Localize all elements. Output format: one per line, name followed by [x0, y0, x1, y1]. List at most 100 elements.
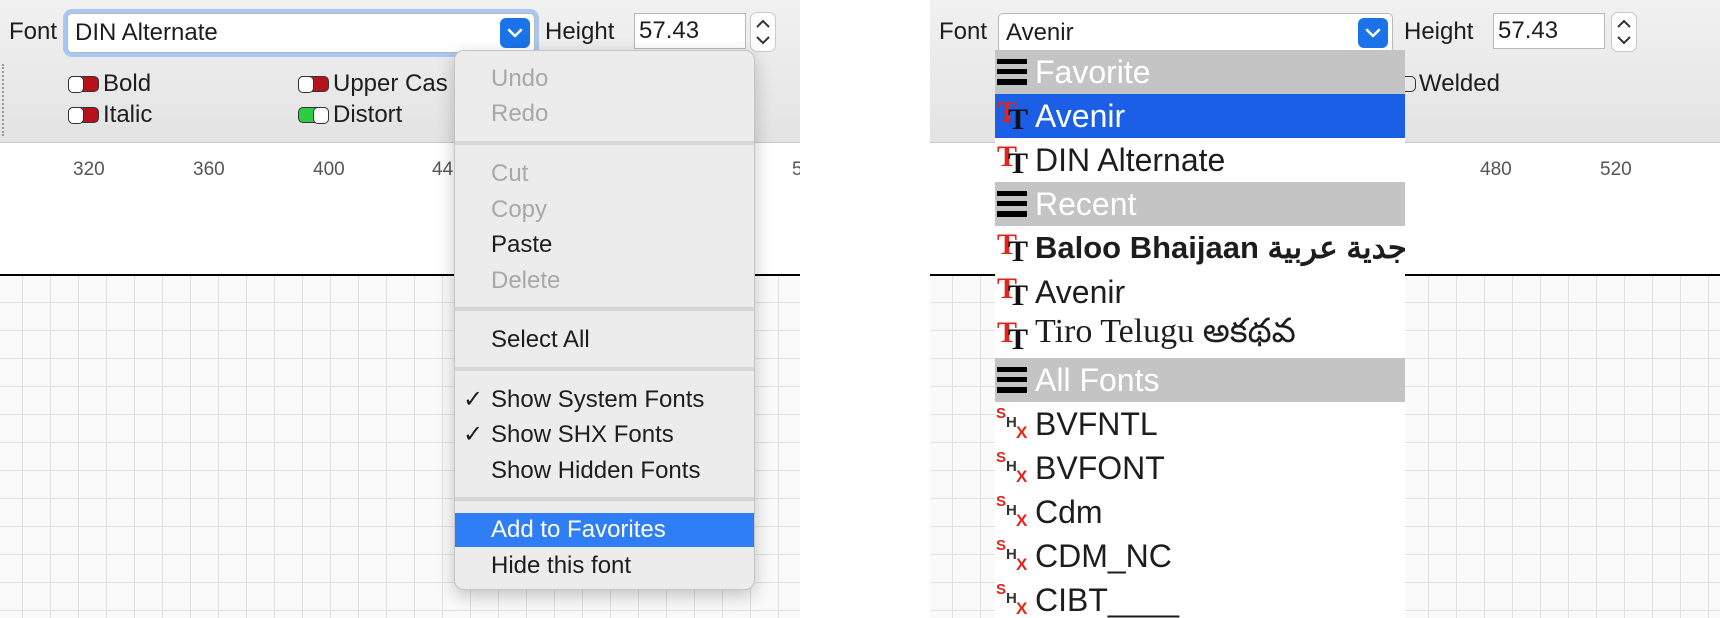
header-label: All Fonts [1035, 361, 1160, 398]
header-label: Favorite [1035, 53, 1151, 90]
menu-item-show-system-fonts[interactable]: ✓ Show System Fonts [455, 383, 754, 417]
bold-checkbox[interactable]: Bold [68, 70, 151, 98]
font-name: Cdm [1035, 493, 1103, 530]
menu-item-paste[interactable]: Paste [455, 228, 754, 262]
toggle-off-icon [68, 107, 99, 124]
toggle-off-icon [298, 76, 329, 93]
checkmark-icon: ✓ [463, 386, 484, 413]
truetype-font-icon: TT [997, 272, 1029, 312]
toggle-off-icon [1404, 76, 1416, 92]
italic-checkbox-label: Italic [103, 101, 153, 128]
ruler-tick: 44 [432, 159, 454, 180]
shx-font-icon: SHX [996, 581, 1028, 618]
upper-case-checkbox-label: Upper Cas [333, 70, 448, 97]
ruler-tick: 360 [193, 159, 225, 180]
menu-item-label: Show SHX Fonts [491, 421, 674, 448]
left-screenshot-panel: Font DIN Alternate Height 57.43 Bold Ita… [0, 0, 800, 618]
ruler-tick: 5 [792, 159, 800, 180]
font-name: CDM_NC [1035, 537, 1172, 574]
menu-item-redo[interactable]: Redo [455, 97, 754, 131]
welded-checkbox-label: Welded [1419, 70, 1500, 97]
font-name: Baloo Bhaijaan جدية عربية [1035, 230, 1405, 265]
menu-separator [455, 497, 754, 501]
font-list-item-avenir-favorite[interactable]: TT Avenir [995, 94, 1405, 138]
height-stepper[interactable] [1611, 12, 1637, 52]
chevron-down-icon[interactable] [1358, 18, 1388, 48]
menu-item-add-to-favorites[interactable]: Add to Favorites [455, 513, 754, 547]
font-list-item-cibt[interactable]: SHX CIBT____ [995, 578, 1405, 618]
right-screenshot-panel: Font Avenir Height 57.43 Welded 480 520 … [930, 0, 1720, 618]
font-name: CIBT____ [1035, 581, 1180, 618]
font-label: Font [939, 18, 988, 45]
font-list-item-avenir-recent[interactable]: TT Avenir [995, 270, 1405, 314]
menu-item-copy[interactable]: Copy [455, 193, 754, 227]
toggle-on-icon [298, 107, 329, 124]
menu-item-cut[interactable]: Cut [455, 157, 754, 191]
toggle-off-icon [68, 76, 99, 93]
hamburger-icon [995, 358, 1035, 402]
menu-item-show-hidden-fonts[interactable]: Show Hidden Fonts [455, 454, 754, 488]
font-list-item-din-alternate[interactable]: TT DIN Alternate [995, 138, 1405, 182]
font-name: Avenir [1035, 97, 1126, 134]
menu-separator [455, 367, 754, 371]
truetype-font-icon: TT [997, 140, 1029, 180]
height-input[interactable]: 57.43 [1493, 13, 1605, 49]
font-name: BVFONT [1035, 449, 1165, 486]
shx-font-icon: SHX [996, 405, 1028, 442]
ruler-tick: 320 [73, 159, 105, 180]
font-name: Avenir [1035, 273, 1126, 310]
font-list-header-recent: Recent [995, 182, 1405, 226]
toolbar-drag-handle [2, 64, 4, 136]
bold-checkbox-label: Bold [103, 70, 152, 97]
ruler-tick: 520 [1600, 159, 1632, 180]
menu-item-undo[interactable]: Undo [455, 62, 754, 96]
welded-checkbox[interactable]: Welded [1404, 70, 1500, 98]
font-list-item-cdm[interactable]: SHX Cdm [995, 490, 1405, 534]
menu-item-show-shx-fonts[interactable]: ✓ Show SHX Fonts [455, 418, 754, 452]
shx-font-icon: SHX [996, 493, 1028, 530]
distort-checkbox[interactable]: Distort [298, 101, 402, 129]
font-list-header-favorite: Favorite [995, 50, 1405, 94]
font-list-item-tiro-telugu[interactable]: TT Tiro Telugu అకథవ [995, 314, 1405, 358]
font-list-item-cdm-nc[interactable]: SHX CDM_NC [995, 534, 1405, 578]
font-combobox[interactable]: DIN Alternate [67, 13, 535, 53]
height-label: Height [1404, 18, 1474, 45]
height-input-value: 57.43 [1498, 17, 1559, 44]
header-label: Recent [1035, 185, 1137, 222]
hamburger-icon [995, 182, 1035, 226]
menu-item-hide-this-font[interactable]: Hide this font [455, 549, 754, 583]
font-name: Tiro Telugu అకథవ [1035, 314, 1296, 350]
font-list-item-bvfntl[interactable]: SHX BVFNTL [995, 402, 1405, 446]
menu-item-label: Show System Fonts [491, 386, 705, 413]
font-combobox[interactable]: Avenir [998, 13, 1393, 53]
font-list-item-bvfont[interactable]: SHX BVFONT [995, 446, 1405, 490]
chevron-down-icon[interactable] [500, 18, 530, 48]
ruler-tick: 400 [313, 159, 345, 180]
font-combobox-value: DIN Alternate [75, 19, 218, 46]
checkmark-icon: ✓ [463, 421, 484, 448]
menu-item-select-all[interactable]: Select All [455, 323, 754, 357]
menu-separator [455, 141, 754, 145]
shx-font-icon: SHX [996, 449, 1028, 486]
font-combobox-value: Avenir [1006, 19, 1074, 46]
context-menu: Undo Redo Cut Copy Paste Delete Select A… [454, 50, 755, 590]
font-label: Font [9, 18, 58, 45]
shx-font-icon: SHX [996, 537, 1028, 574]
ruler-tick: 480 [1480, 159, 1512, 180]
height-label: Height [545, 18, 615, 45]
hamburger-icon [995, 50, 1035, 94]
italic-checkbox[interactable]: Italic [68, 101, 152, 129]
font-dropdown-list: Favorite TT Avenir TT DIN Alternate Rece… [995, 50, 1405, 618]
height-input-value: 57.43 [639, 17, 700, 44]
menu-item-delete[interactable]: Delete [455, 264, 754, 298]
height-stepper[interactable] [750, 12, 776, 52]
font-list-header-all-fonts: All Fonts [995, 358, 1405, 402]
truetype-font-icon: TT [997, 228, 1029, 268]
menu-separator [455, 307, 754, 311]
height-input[interactable]: 57.43 [634, 13, 746, 49]
font-list-item-baloo-bhaijaan[interactable]: TT Baloo Bhaijaan جدية عربية [995, 226, 1405, 270]
font-name: DIN Alternate [1035, 141, 1226, 178]
truetype-font-icon: TT [997, 96, 1029, 136]
upper-case-checkbox[interactable]: Upper Cas [298, 70, 448, 98]
truetype-font-icon: TT [997, 316, 1029, 356]
